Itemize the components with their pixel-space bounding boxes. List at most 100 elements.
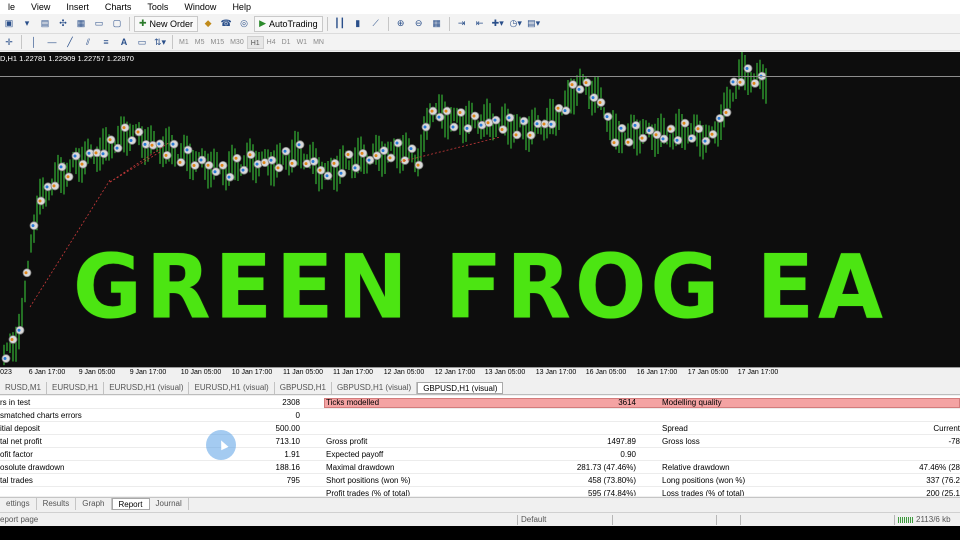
trade-marker-dot xyxy=(626,140,630,144)
trade-marker-dot xyxy=(465,126,469,130)
timeframe-h1[interactable]: H1 xyxy=(246,35,264,49)
trade-marker-dot xyxy=(150,143,154,147)
tester-tab[interactable]: Report xyxy=(111,498,150,510)
trade-marker-dot xyxy=(66,175,70,179)
report-value: 281.73 (47.46%) xyxy=(576,463,636,472)
trade-marker-dot xyxy=(745,66,749,70)
trade-marker-dot xyxy=(192,163,196,167)
crosshair-icon[interactable]: ✛ xyxy=(1,34,17,50)
strategy-tester-icon[interactable]: ▢ xyxy=(109,16,125,32)
timeframe-h4[interactable]: H4 xyxy=(264,36,279,49)
bar-chart-icon[interactable]: ┃┃ xyxy=(332,16,348,32)
trendline-icon[interactable]: ╱ xyxy=(62,34,78,50)
timeframe-mn[interactable]: MN xyxy=(310,36,327,49)
market-watch-icon[interactable]: ▤ xyxy=(37,16,53,32)
channel-icon[interactable]: ⫽ xyxy=(80,34,96,50)
time-axis-tick: 10 Jan 17:00 xyxy=(231,369,273,376)
zoom-in-icon[interactable]: ⊕ xyxy=(393,16,409,32)
accounts-icon[interactable]: ☎ xyxy=(218,16,234,32)
tile-windows-icon[interactable]: ▦ xyxy=(429,16,445,32)
trade-marker-dot xyxy=(479,123,483,127)
time-axis-tick: 6 Jan 17:00 xyxy=(28,369,66,376)
chart-shift-icon[interactable]: ⇤ xyxy=(472,16,488,32)
bid-price-line xyxy=(0,76,960,77)
trade-marker-dot xyxy=(38,199,42,203)
trade-marker-dot xyxy=(598,100,602,104)
chart-tab[interactable]: RUSD,M1 xyxy=(0,381,48,394)
auto-scroll-icon[interactable]: ⇥ xyxy=(454,16,470,32)
new-order-button[interactable]: ✚ New Order xyxy=(134,15,199,32)
timeframe-w1[interactable]: W1 xyxy=(294,36,311,49)
trade-marker-dot xyxy=(486,121,490,125)
profiles-icon[interactable]: ▾ xyxy=(19,16,35,32)
report-row: smatched charts errors 0 xyxy=(0,409,960,422)
trade-marker-dot xyxy=(255,162,259,166)
trade-marker-dot xyxy=(584,81,588,85)
signals-icon[interactable]: ◎ xyxy=(236,16,252,32)
timeframe-m5[interactable]: M5 xyxy=(192,36,208,49)
text-tool-icon[interactable]: A xyxy=(116,34,132,50)
trade-marker-dot xyxy=(31,224,35,228)
chart-tab[interactable]: GBPUSD,H1 (visual) xyxy=(332,381,418,394)
zoom-out-icon[interactable]: ⊖ xyxy=(411,16,427,32)
trade-marker-dot xyxy=(619,126,623,130)
chart-tabs: RUSD,M1 EURUSD,H1 EURUSD,H1 (visual) EURUSD… xyxy=(0,381,960,395)
trade-marker-dot xyxy=(675,138,679,142)
menu-help[interactable]: Help xyxy=(218,0,259,14)
chart-tab[interactable]: GBPUSD,H1 (visual) xyxy=(417,381,504,394)
report-value: 200 (25.1 xyxy=(926,489,960,496)
time-axis-tick: 17 Jan 05:00 xyxy=(687,369,729,376)
trade-marker-dot xyxy=(731,80,735,84)
tester-tab[interactable]: Results xyxy=(37,498,77,510)
vertical-line-icon[interactable]: │ xyxy=(26,34,42,50)
trade-marker-dot xyxy=(689,136,693,140)
trade-marker-dot xyxy=(563,109,567,113)
horizontal-line-icon[interactable]: — xyxy=(44,34,60,50)
line-chart-icon[interactable]: ⟋ xyxy=(368,16,384,32)
templates-icon[interactable]: ▤▾ xyxy=(526,16,542,32)
tester-tab[interactable]: Graph xyxy=(76,498,112,510)
price-chart[interactable]: D,H1 1.22781 1.22909 1.22757 1.22870 GRE… xyxy=(0,52,960,380)
indicators-icon[interactable]: ✚▾ xyxy=(490,16,506,32)
timeframe-m1[interactable]: M1 xyxy=(176,36,192,49)
trade-marker-dot xyxy=(59,165,63,169)
menu-window[interactable]: Window xyxy=(170,0,224,14)
trade-marker-dot xyxy=(276,166,280,170)
trade-marker-dot xyxy=(388,156,392,160)
label-tool-icon[interactable]: ▭ xyxy=(134,34,150,50)
time-axis-tick: 9 Jan 05:00 xyxy=(78,369,116,376)
candlestick-icon[interactable]: ▮ xyxy=(350,16,366,32)
navigator-icon[interactable]: ✣ xyxy=(55,16,71,32)
new-chart-icon[interactable]: ▣ xyxy=(1,16,17,32)
timeframe-m30[interactable]: M30 xyxy=(227,36,247,49)
metaeditor-icon[interactable]: ◆ xyxy=(200,16,216,32)
trade-marker-dot xyxy=(3,357,7,361)
terminal-icon[interactable]: ▭ xyxy=(91,16,107,32)
trade-marker-dot xyxy=(10,338,14,342)
trade-marker-dot xyxy=(710,132,714,136)
report-value: 595 (74.84%) xyxy=(587,489,636,496)
time-axis-tick: 16 Jan 17:00 xyxy=(636,369,678,376)
trade-marker-dot xyxy=(451,125,455,129)
autotrading-button[interactable]: ▶ AutoTrading xyxy=(254,15,323,32)
trade-marker-dot xyxy=(318,168,322,172)
menu-charts[interactable]: Charts xyxy=(91,0,140,14)
toolbar-separator xyxy=(387,16,389,31)
report-value: 500.00 xyxy=(275,424,300,433)
data-window-icon[interactable]: ▦ xyxy=(73,16,89,32)
status-bar: eport page Default 2113/6 kb xyxy=(0,512,960,526)
trade-marker-dot xyxy=(108,138,112,142)
arrows-tool-icon[interactable]: ⇅▾ xyxy=(152,34,168,50)
timeframe-d1[interactable]: D1 xyxy=(279,36,294,49)
chart-tab[interactable]: EURUSD,H1 (visual) xyxy=(104,381,190,394)
fibonacci-icon[interactable]: ≡ xyxy=(98,34,114,50)
chart-tab[interactable]: EURUSD,H1 (visual) xyxy=(189,381,275,394)
timeframe-m15[interactable]: M15 xyxy=(207,36,227,49)
tester-tab[interactable]: Journal xyxy=(150,498,189,510)
trade-marker-dot xyxy=(633,123,637,127)
report-value: 713.10 xyxy=(275,437,300,446)
chart-tab[interactable]: GBPUSD,H1 xyxy=(275,381,332,394)
chart-tab[interactable]: EURUSD,H1 xyxy=(47,381,105,394)
tester-tab[interactable]: ettings xyxy=(0,498,37,510)
periods-icon[interactable]: ◷▾ xyxy=(508,16,524,32)
